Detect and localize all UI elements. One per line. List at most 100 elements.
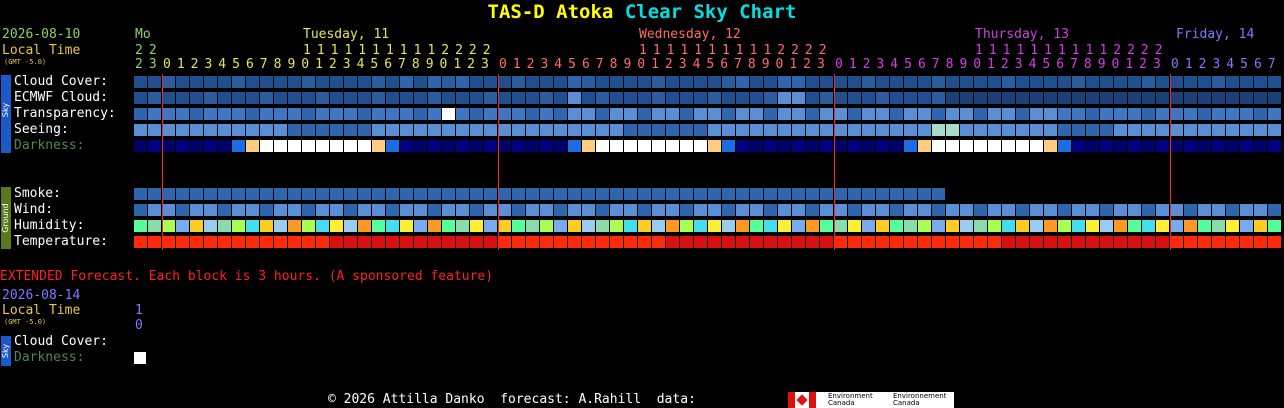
transp-cell <box>162 108 175 120</box>
temp-cell <box>960 236 973 248</box>
smoke-cell <box>470 188 483 200</box>
hum-cell <box>526 220 539 232</box>
temp-cell <box>498 236 511 248</box>
smoke-cell <box>344 188 357 200</box>
transp-cell <box>498 108 511 120</box>
temp-cell <box>554 236 567 248</box>
temp-cell <box>288 236 301 248</box>
temp-cell <box>1268 236 1281 248</box>
seeing-cell <box>750 124 763 136</box>
ecmwf-cell <box>946 92 959 104</box>
dark-cell <box>820 140 833 152</box>
hum-cell <box>372 220 385 232</box>
title-location: TAS-D Atoka <box>487 1 614 23</box>
wind-cell <box>1212 204 1225 216</box>
dark-cell <box>400 140 413 152</box>
ecmwf-cell <box>974 92 987 104</box>
hum-cell <box>960 220 973 232</box>
wind-cell <box>554 204 567 216</box>
cloud-cell <box>232 76 245 88</box>
dark-cell <box>330 140 343 152</box>
transp-cell <box>1114 108 1127 120</box>
temp-cell <box>330 236 343 248</box>
ecmwf-cell <box>1268 92 1281 104</box>
transp-cell <box>260 108 273 120</box>
seeing-cell <box>904 124 917 136</box>
cloud-cell <box>820 76 833 88</box>
temp-cell <box>1002 236 1015 248</box>
gmt-offset: (GMT -5.0) <box>4 58 47 66</box>
hum-cell <box>736 220 749 232</box>
cloud-cell <box>428 76 441 88</box>
hum-cell <box>442 220 455 232</box>
hum-cell <box>218 220 231 232</box>
smoke-cell <box>792 188 805 200</box>
transp-cell <box>1058 108 1071 120</box>
temp-cell <box>204 236 217 248</box>
smoke-cell <box>736 188 749 200</box>
extended-forecast-note: EXTENDED Forecast. Each block is 3 hours… <box>0 269 494 284</box>
temp-cell <box>456 236 469 248</box>
hum-cell <box>1030 220 1043 232</box>
wind-cell <box>1030 204 1043 216</box>
hum-cell <box>666 220 679 232</box>
midnight-line <box>1170 74 1171 250</box>
wind-cell <box>1226 204 1239 216</box>
wind-cell <box>918 204 931 216</box>
wind-cell <box>1184 204 1197 216</box>
ecmwf-cell <box>1184 92 1197 104</box>
cloud-cell <box>806 76 819 88</box>
wind-cell <box>904 204 917 216</box>
wind-cell <box>274 204 287 216</box>
temp-cell <box>442 236 455 248</box>
seeing-cell <box>988 124 1001 136</box>
ecmwf-cell <box>498 92 511 104</box>
smoke-cell <box>204 188 217 200</box>
ecmwf-cell <box>204 92 217 104</box>
dark-cell <box>218 140 231 152</box>
hum-cell <box>582 220 595 232</box>
smoke-cell <box>428 188 441 200</box>
ecmwf-cell <box>1058 92 1071 104</box>
hum-cell <box>540 220 553 232</box>
hum-cell <box>1016 220 1029 232</box>
wind-cell <box>652 204 665 216</box>
temp-cell <box>890 236 903 248</box>
cloud-cell <box>848 76 861 88</box>
hum-cell <box>750 220 763 232</box>
seeing-cell <box>946 124 959 136</box>
transp-cell <box>974 108 987 120</box>
wind-cell <box>848 204 861 216</box>
wind-cell <box>400 204 413 216</box>
transp-cell <box>1212 108 1225 120</box>
maple-leaf-icon <box>796 394 808 406</box>
seeing-cell <box>918 124 931 136</box>
cloud-cell <box>372 76 385 88</box>
temp-cell <box>274 236 287 248</box>
hum-cell <box>722 220 735 232</box>
wind-cell <box>1114 204 1127 216</box>
wind-cell <box>1016 204 1029 216</box>
temp-cell <box>484 236 497 248</box>
ecmwf-cell <box>456 92 469 104</box>
logo-text-en: Environment Canada <box>828 392 873 407</box>
hum-cell <box>792 220 805 232</box>
smoke-cell <box>526 188 539 200</box>
hum-cell <box>834 220 847 232</box>
cloud-cell <box>302 76 315 88</box>
smoke-cell <box>316 188 329 200</box>
temp-cell <box>1030 236 1043 248</box>
wind-cell <box>1170 204 1183 216</box>
dark-cell <box>484 140 497 152</box>
seeing-cell <box>386 124 399 136</box>
cloud-cell <box>666 76 679 88</box>
dark-cell <box>792 140 805 152</box>
wind-cell <box>526 204 539 216</box>
cloud-cell <box>792 76 805 88</box>
temp-cell <box>582 236 595 248</box>
smoke-cell <box>918 188 931 200</box>
temp-cell <box>540 236 553 248</box>
wind-cell <box>610 204 623 216</box>
transp-cell <box>302 108 315 120</box>
seeing-cell <box>1002 124 1015 136</box>
